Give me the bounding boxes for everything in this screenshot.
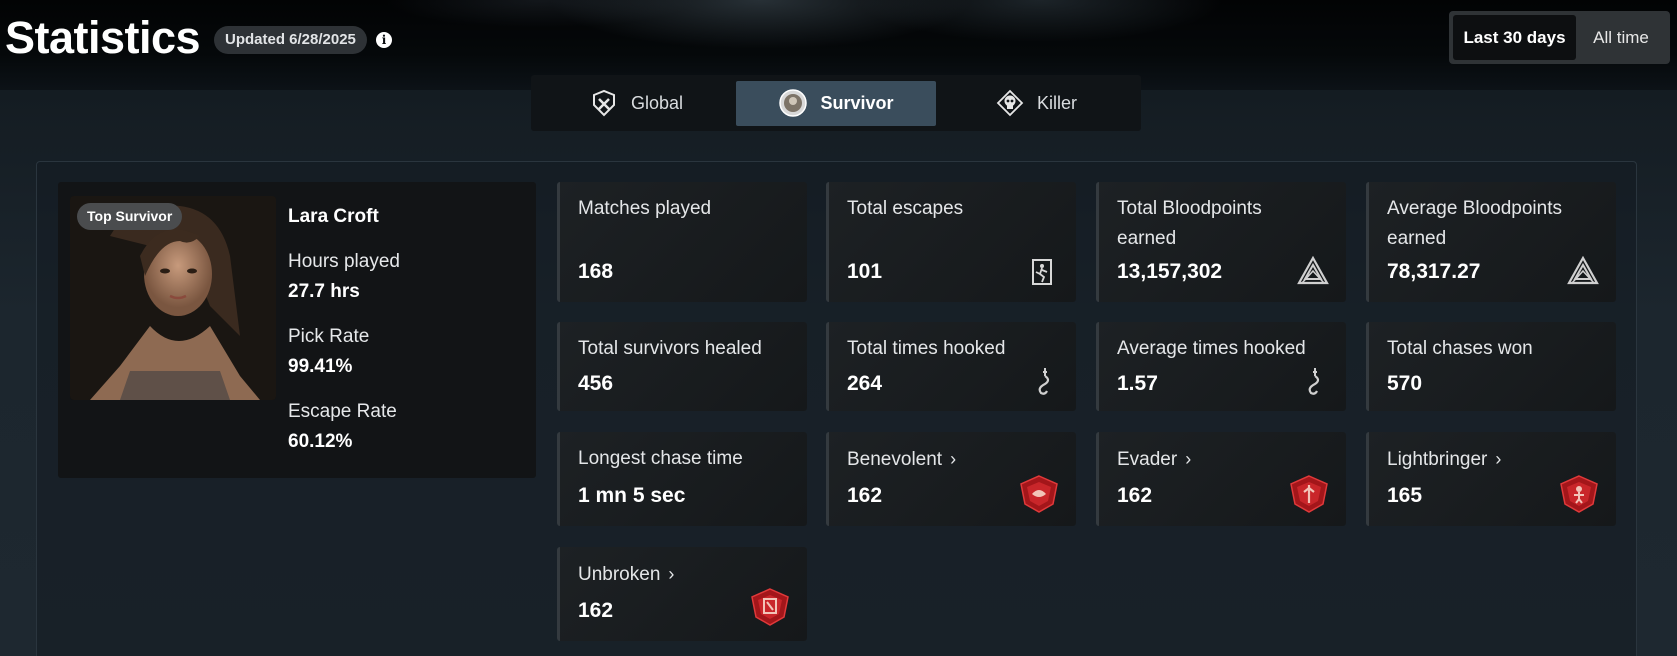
stat-value: 1.57	[1117, 372, 1158, 395]
stat-label: Lightbringer	[1387, 449, 1488, 470]
stat-label: Benevolent	[847, 449, 943, 470]
stat-value: 101	[847, 260, 883, 283]
hours-played-label: Hours played	[288, 251, 400, 272]
stat-label: Unbroken	[578, 564, 661, 585]
stat-label: Average Bloodpoints earned	[1387, 198, 1562, 249]
global-icon	[589, 88, 619, 118]
stat-label-row: Unbroken ›	[578, 559, 778, 590]
tab-global[interactable]: Global	[536, 81, 736, 126]
tab-survivor[interactable]: Survivor	[736, 80, 936, 126]
chevron-right-icon: ›	[1185, 449, 1192, 469]
stat-value: 165	[1387, 484, 1423, 507]
stat-label: Longest chase time	[578, 448, 743, 469]
stat-card-evader[interactable]: Evader › 162	[1096, 432, 1346, 526]
stat-value: 162	[1117, 484, 1153, 507]
stat-label-row: Lightbringer ›	[1387, 444, 1587, 475]
stat-value: 162	[847, 484, 883, 507]
hook-icon	[1301, 366, 1325, 401]
evader-emblem-icon	[1287, 474, 1331, 519]
tab-killer[interactable]: Killer	[936, 81, 1136, 126]
stat-card-times-hooked: Total times hooked 264	[826, 322, 1076, 411]
benevolent-emblem-icon	[1017, 474, 1061, 519]
chevron-right-icon: ›	[668, 564, 675, 584]
date-range-toggle: Last 30 days All time	[1449, 11, 1670, 64]
stat-card-average-bloodpoints: Average Bloodpoints earned 78,317.27	[1366, 182, 1616, 302]
stat-label: Total Bloodpoints earned	[1117, 198, 1262, 249]
escape-door-icon	[1029, 258, 1055, 291]
lightbringer-emblem-icon	[1557, 474, 1601, 519]
stat-card-lightbringer[interactable]: Lightbringer › 165	[1366, 432, 1616, 526]
escape-rate-label: Escape Rate	[288, 401, 397, 422]
stat-value: 13,157,302	[1117, 260, 1223, 283]
stat-label: Evader	[1117, 449, 1178, 470]
tab-killer-label: Killer	[1036, 92, 1077, 113]
stat-card-benevolent[interactable]: Benevolent › 162	[826, 432, 1076, 526]
bloodpoints-icon	[1297, 255, 1329, 291]
stat-value: 78,317.27	[1387, 260, 1481, 283]
stat-card-survivors-healed: Total survivors healed 456	[557, 322, 807, 411]
tab-survivor-label: Survivor	[820, 92, 894, 113]
stat-card-unbroken[interactable]: Unbroken › 162	[557, 547, 807, 641]
chevron-right-icon: ›	[1495, 449, 1502, 469]
stat-label: Total survivors healed	[578, 338, 762, 359]
top-survivor-badge: Top Survivor	[77, 203, 183, 230]
stat-value: 264	[847, 372, 883, 395]
range-all-time-button[interactable]: All time	[1576, 15, 1666, 60]
stat-value: 162	[578, 599, 614, 622]
chevron-right-icon: ›	[950, 449, 957, 469]
stat-label: Total escapes	[847, 198, 964, 219]
stat-value: 456	[578, 372, 614, 395]
stat-card-longest-chase: Longest chase time 1 mn 5 sec	[557, 432, 807, 526]
stat-value: 1 mn 5 sec	[578, 484, 686, 507]
role-tabs: Global Survivor Killer	[531, 75, 1141, 131]
stat-value: 168	[578, 260, 614, 283]
stat-card-total-escapes: Total escapes 101	[826, 182, 1076, 302]
stat-card-matches-played: Matches played 168	[557, 182, 807, 302]
stat-card-total-bloodpoints: Total Bloodpoints earned 13,157,302	[1096, 182, 1346, 302]
range-last-30-days-button[interactable]: Last 30 days	[1453, 15, 1576, 60]
stat-card-average-hooked: Average times hooked 1.57	[1096, 322, 1346, 411]
hours-played-value: 27.7 hrs	[288, 281, 360, 302]
stat-label-row: Evader ›	[1117, 444, 1317, 475]
pick-rate-label: Pick Rate	[288, 326, 370, 347]
hook-icon	[1031, 366, 1055, 401]
stat-card-chases-won: Total chases won 570	[1366, 322, 1616, 411]
tab-global-label: Global	[630, 92, 684, 113]
page-title: Statistics	[5, 12, 201, 63]
survivor-icon	[778, 88, 808, 118]
stat-value: 570	[1387, 372, 1423, 395]
stat-label: Total times hooked	[847, 338, 1006, 359]
killer-skull-icon	[995, 88, 1025, 118]
info-icon[interactable]: i	[376, 32, 392, 48]
stat-label: Average times hooked	[1117, 338, 1306, 359]
stat-label: Total chases won	[1387, 338, 1533, 359]
stat-label-row: Benevolent ›	[847, 444, 1047, 475]
escape-rate-value: 60.12%	[288, 431, 353, 452]
pick-rate-value: 99.41%	[288, 356, 353, 377]
bloodpoints-icon	[1567, 255, 1599, 291]
updated-badge: Updated 6/28/2025	[214, 26, 367, 54]
unbroken-emblem-icon	[748, 587, 792, 632]
character-name: Lara Croft	[288, 206, 379, 227]
stat-label: Matches played	[578, 198, 712, 219]
